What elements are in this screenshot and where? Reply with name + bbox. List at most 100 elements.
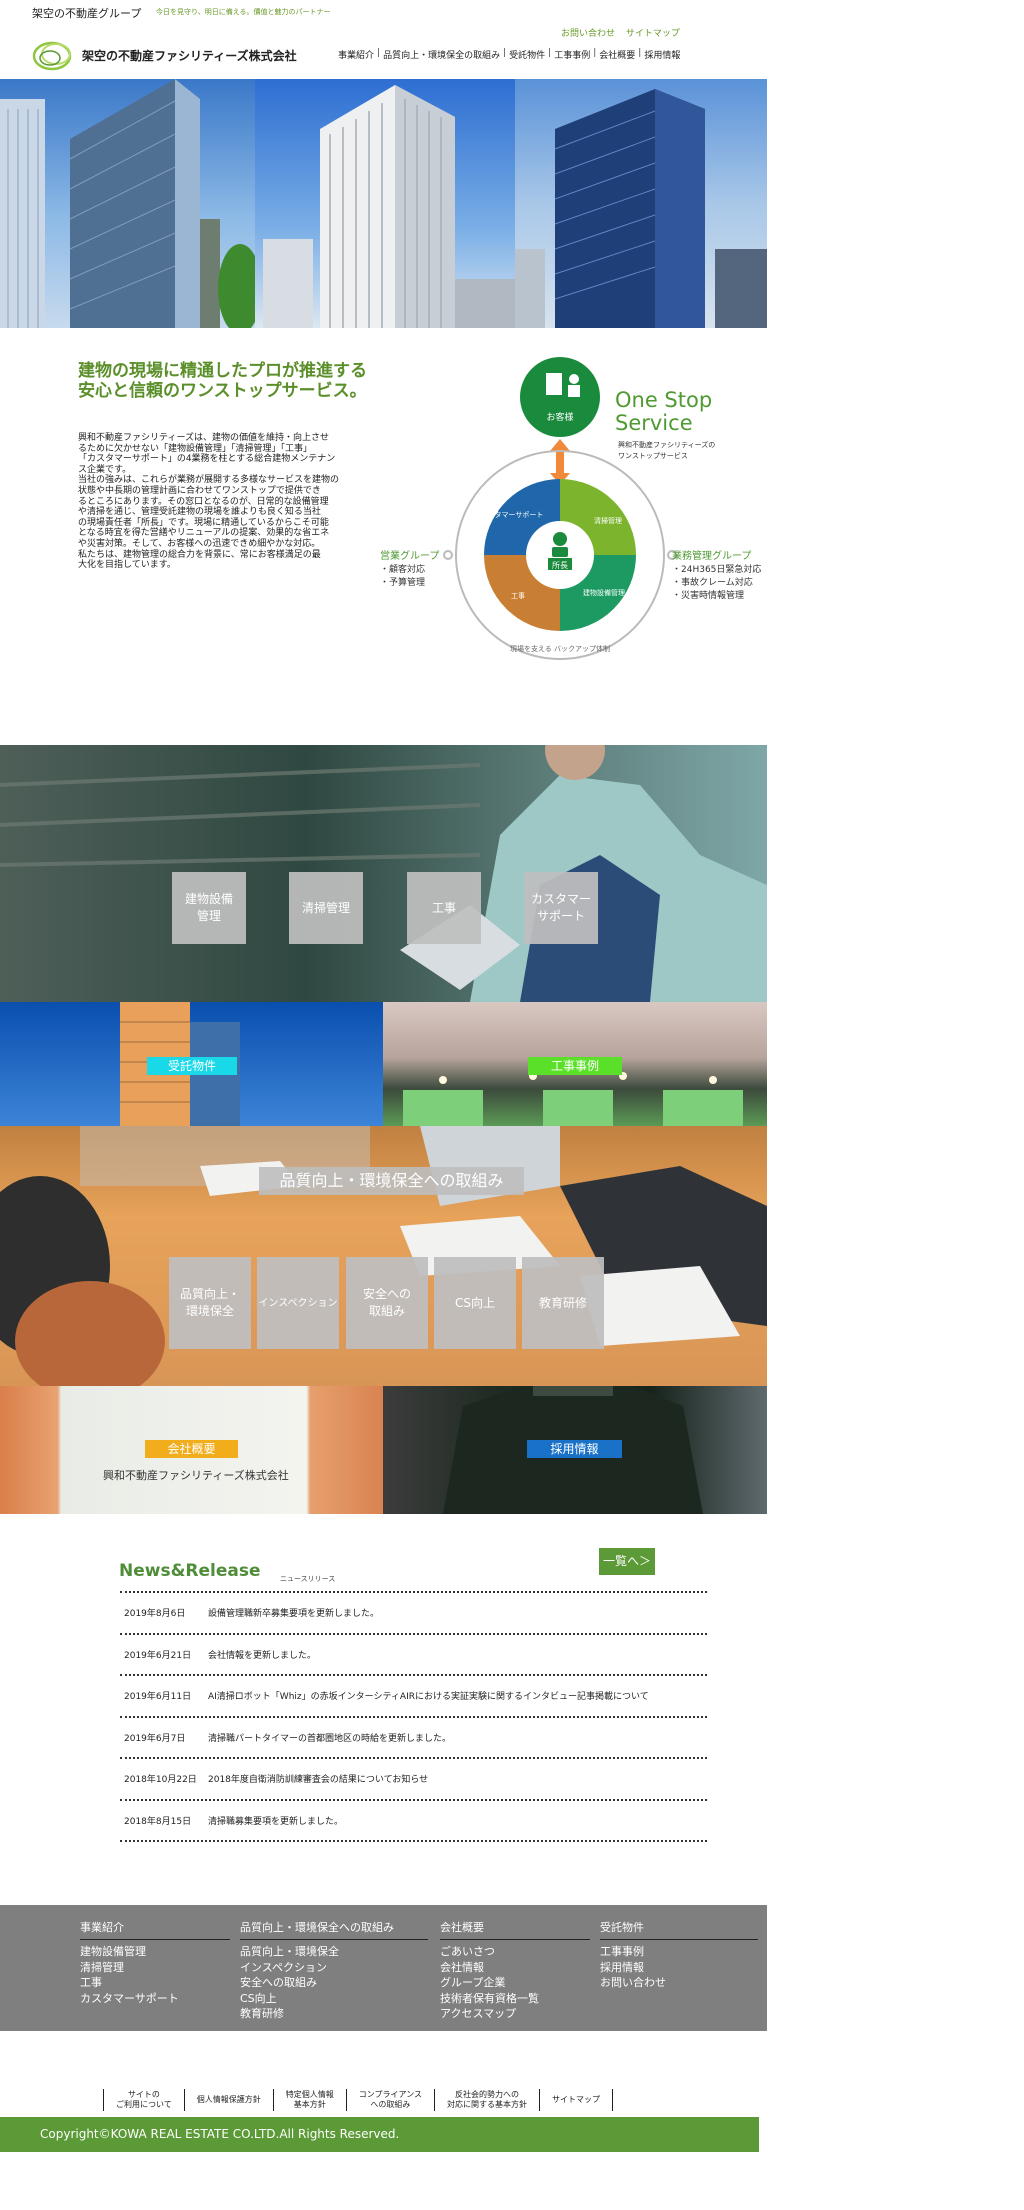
footer-link[interactable]: 会社情報: [440, 1960, 590, 1976]
ring-label: 現場を支える バックアップ体制: [510, 644, 610, 653]
antisocial-policy-link[interactable]: 反社会的勢力への 対応に関する基本方針: [435, 2089, 541, 2111]
onestop-title-line2: Service: [615, 411, 693, 435]
footer-link[interactable]: 安全への取組み: [240, 1975, 428, 1991]
news-item[interactable]: 2019年6月7日 清掃職パートタイマーの首都圏地区の時給を更新しました。: [120, 1718, 707, 1759]
inspection-button[interactable]: インスペクション: [257, 1257, 339, 1349]
news-date: 2018年8月15日: [124, 1816, 192, 1827]
news-item[interactable]: 2018年10月22日 2018年度自衛消防訓練審査会の結果についてお知らせ: [120, 1759, 707, 1801]
desc-line: 大化を目指しています。: [78, 560, 176, 571]
desc-line: 私たちは、建物管理の総合力を背景に、常にお客様満足の最: [78, 549, 321, 560]
contact-link[interactable]: お問い合わせ: [561, 29, 615, 39]
onestop-title-line1: One Stop: [615, 388, 712, 412]
nav-company[interactable]: 会社概要: [599, 48, 635, 61]
news-text[interactable]: 清掃職パートタイマーの首都圏地区の時給を更新しました。: [208, 1731, 451, 1744]
site-usage-link[interactable]: サイトの ご利用について: [104, 2089, 185, 2111]
specific-personal-info-link[interactable]: 特定個人情報 基本方針: [274, 2089, 347, 2111]
news-item[interactable]: 2019年8月6日 設備管理職新卒募集要項を更新しました。: [120, 1593, 707, 1635]
news-all-button[interactable]: 一覧へ＞: [599, 1548, 655, 1575]
nav-separator: |: [638, 48, 642, 58]
cs-button[interactable]: CS向上: [434, 1257, 516, 1349]
recruit-button[interactable]: 採用情報: [527, 1440, 622, 1458]
logo[interactable]: 架空の不動産ファシリティーズ株式会社: [32, 38, 297, 72]
footer-link[interactable]: アクセスマップ: [440, 2006, 590, 2022]
news-text[interactable]: 2018年度自衛消防訓練審査会の結果についてお知らせ: [208, 1772, 428, 1785]
safety-button[interactable]: 安全への 取組み: [346, 1257, 428, 1349]
footer-link[interactable]: 品質向上・環境保全: [240, 1944, 428, 1960]
nav-works[interactable]: 工事事例: [554, 48, 590, 61]
desc-line: や清掃を通じ、管理受託建物の現場を誰よりも良く知る当社: [78, 507, 321, 518]
person-icon: [569, 374, 579, 384]
nav-quality[interactable]: 品質向上・環境保全の取組み: [383, 48, 500, 61]
footer-heading[interactable]: 会社概要: [440, 1919, 590, 1940]
service-cleaning-button[interactable]: 清掃管理: [289, 872, 363, 944]
manager-icon: [553, 532, 567, 546]
quality-environment-button[interactable]: 品質向上・ 環境保全: [169, 1257, 251, 1349]
building-illustration: [515, 89, 767, 328]
footer-nav: 事業紹介 建物設備管理 清掃管理 工事 カスタマーサポート 品質向上・環境保全へ…: [0, 1905, 767, 2031]
news-text[interactable]: 会社情報を更新しました。: [208, 1648, 316, 1661]
footer-link[interactable]: CS向上: [240, 1991, 428, 2007]
footer-link[interactable]: 技術者保有資格一覧: [440, 1991, 590, 2007]
desc-line: 状態や中長期の管理計画に合わせてワンストップで提供でき: [78, 485, 321, 496]
training-button[interactable]: 教育研修: [522, 1257, 604, 1349]
news-item[interactable]: 2018年8月15日 清掃職募集要項を更新しました。: [120, 1801, 707, 1842]
nav-properties[interactable]: 受託物件: [509, 48, 545, 61]
properties-tile[interactable]: 受託物件: [0, 1002, 383, 1126]
company-tile[interactable]: 会社概要 興和不動産ファシリティーズ株式会社: [0, 1386, 383, 1514]
news-text[interactable]: 設備管理職新卒募集要項を更新しました。: [208, 1606, 379, 1619]
customer-label: お客様: [546, 411, 573, 423]
footer-link[interactable]: インスペクション: [240, 1960, 428, 1976]
news-date: 2019年8月6日: [124, 1609, 186, 1620]
news-list: 2019年8月6日 設備管理職新卒募集要項を更新しました。 2019年6月21日 会…: [120, 1591, 707, 1842]
works-button[interactable]: 工事事例: [528, 1057, 622, 1075]
segment-label: 清掃管理: [594, 516, 622, 525]
footer-link[interactable]: 工事: [80, 1975, 230, 1991]
company-button[interactable]: 会社概要: [145, 1440, 238, 1458]
properties-button[interactable]: 受託物件: [147, 1057, 237, 1075]
nav-recruit[interactable]: 採用情報: [644, 48, 680, 61]
nav-separator: |: [548, 48, 552, 58]
footer-link[interactable]: カスタマーサポート: [80, 1991, 230, 2007]
footer-link[interactable]: 教育研修: [240, 2006, 428, 2022]
lead-line: 建物の現場に精通したプロが推進する: [78, 361, 367, 381]
news-text[interactable]: 清掃職募集要項を更新しました。: [208, 1814, 343, 1827]
recruit-tile[interactable]: 採用情報: [383, 1386, 767, 1514]
footer-heading[interactable]: 事業紹介: [80, 1919, 230, 1940]
desc-line: 当社の強みは、これらが業務が展開する多様なサービスを建物の: [78, 475, 340, 486]
quality-title-button[interactable]: 品質向上・環境保全への取組み: [259, 1167, 524, 1195]
service-support-button[interactable]: カスタマー サポート: [524, 872, 598, 944]
news-date: 2018年10月22日: [124, 1775, 197, 1786]
privacy-policy-link[interactable]: 個人情報保護方針: [185, 2089, 274, 2111]
ops-group-title: 業務管理グループ: [672, 549, 751, 562]
footer-link[interactable]: 清掃管理: [80, 1960, 230, 1976]
footer-link[interactable]: 採用情報: [600, 1960, 758, 1976]
compliance-link[interactable]: コンプライアンス への取組み: [347, 2089, 436, 2111]
sitemap-footer-link[interactable]: サイトマップ: [540, 2089, 614, 2111]
building-illustration: [263, 85, 515, 328]
news-item[interactable]: 2019年6月11日 AI清掃ロボット「Whiz」の赤坂インターシティAIRにおけ…: [120, 1676, 707, 1718]
nav-business[interactable]: 事業紹介: [338, 48, 374, 61]
sales-group-item: ・顧客対応: [380, 563, 425, 575]
building-icon: [546, 373, 562, 395]
news-item[interactable]: 2019年6月21日 会社情報を更新しました。: [120, 1635, 707, 1676]
service-construction-button[interactable]: 工事: [407, 872, 481, 944]
footer-link[interactable]: 工事事例: [600, 1944, 758, 1960]
nav-separator: |: [503, 48, 507, 58]
footer-heading[interactable]: 受託物件: [600, 1919, 758, 1940]
footer-link[interactable]: グループ企業: [440, 1975, 590, 1991]
footer-link[interactable]: 建物設備管理: [80, 1944, 230, 1960]
policy-links: サイトの ご利用について 個人情報保護方針 特定個人情報 基本方針 コンプライア…: [103, 2089, 614, 2111]
sitemap-link[interactable]: サイトマップ: [626, 29, 680, 39]
footer-link[interactable]: お問い合わせ: [600, 1975, 758, 1991]
footer-heading[interactable]: 品質向上・環境保全への取組み: [240, 1919, 428, 1940]
ops-group-item: ・事故クレーム対応: [672, 576, 753, 588]
works-tile[interactable]: 工事事例: [383, 1002, 767, 1126]
news-text[interactable]: AI清掃ロボット「Whiz」の赤坂インターシティAIRにおける実証実験に関するイ…: [208, 1689, 649, 1702]
news-subtitle: ニュースリリース: [280, 1575, 336, 1583]
services-banner: 建物設備 管理 清掃管理 工事 カスタマー サポート: [0, 745, 767, 1002]
footer-link[interactable]: ごあいさつ: [440, 1944, 590, 1960]
customer-circle: [520, 357, 600, 437]
copyright: Copyright©KOWA REAL ESTATE CO.LTD.All Ri…: [0, 2117, 759, 2152]
company-sign-text: 興和不動産ファシリティーズ株式会社: [103, 1469, 289, 1482]
service-facility-button[interactable]: 建物設備 管理: [172, 872, 246, 944]
